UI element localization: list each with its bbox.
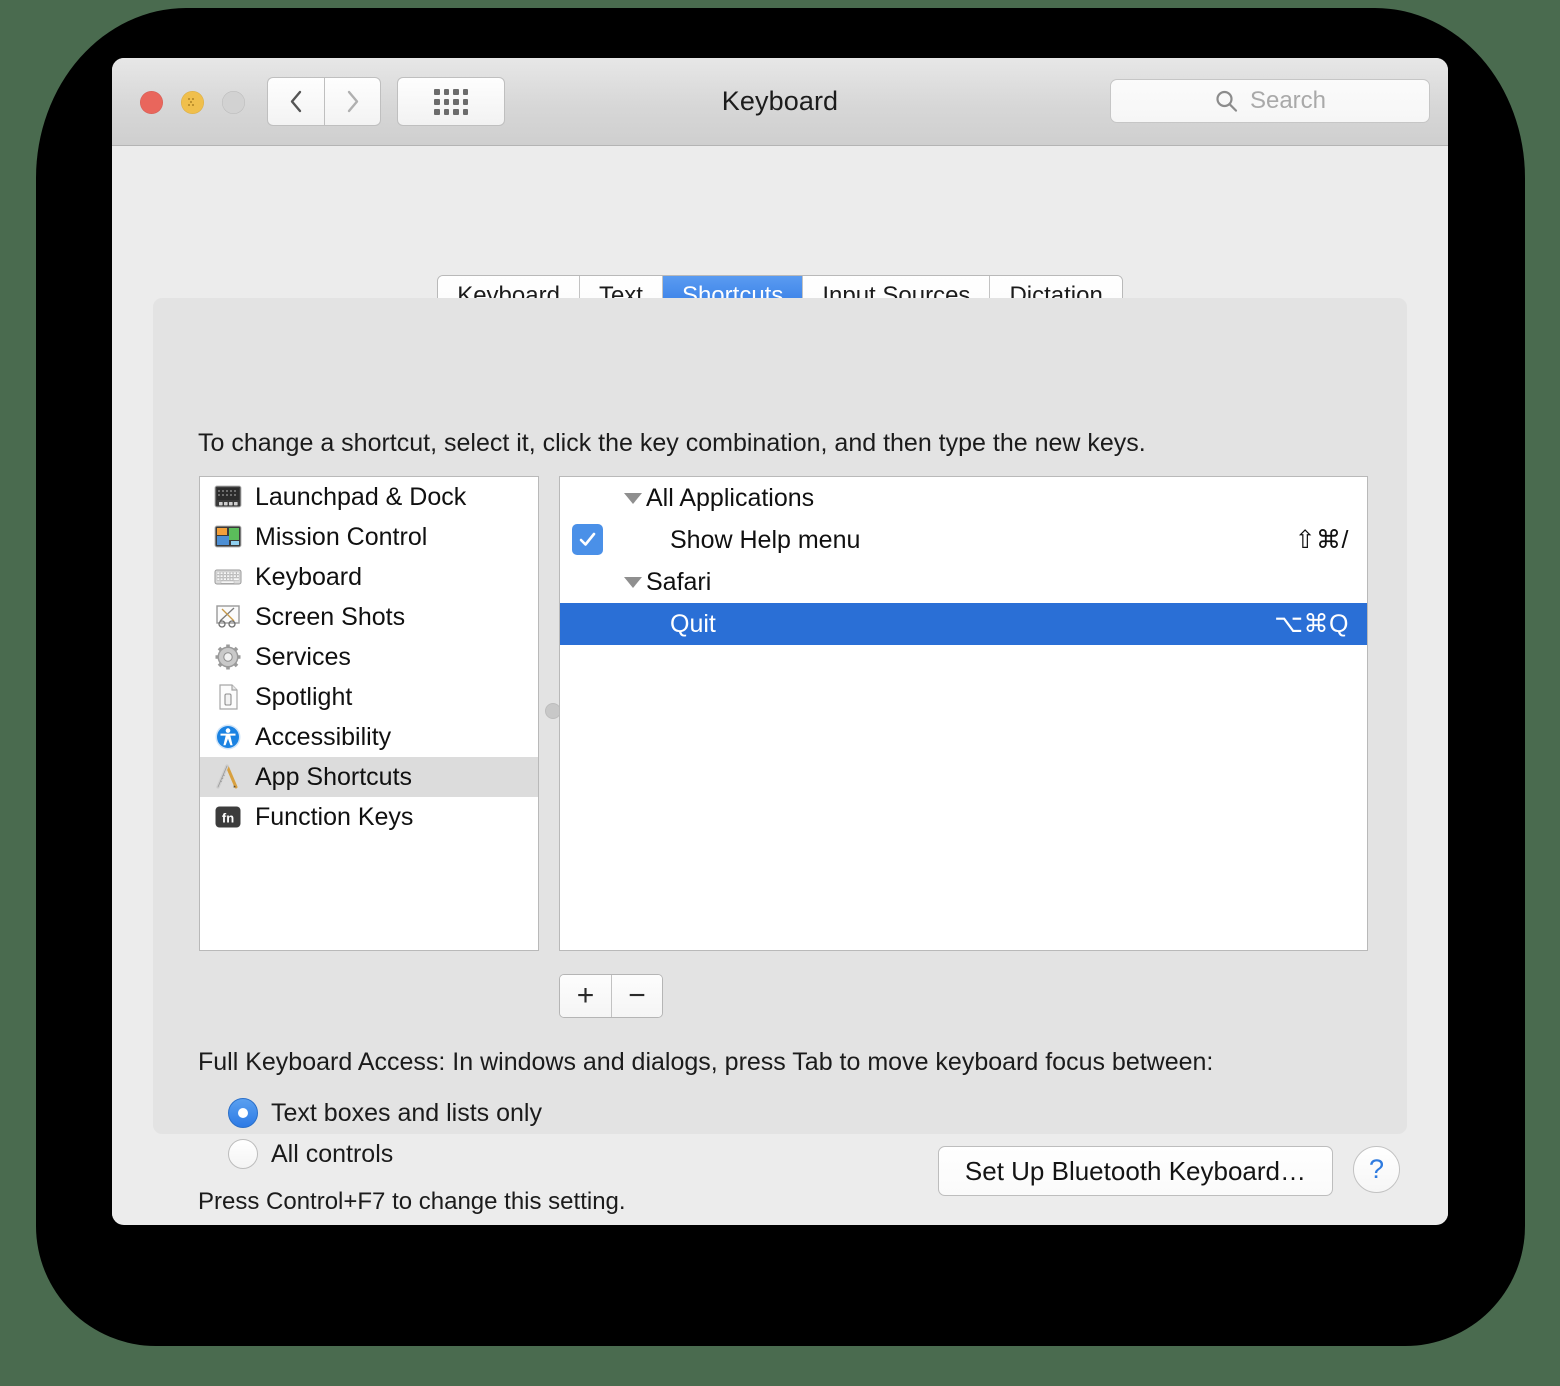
mission-control-icon xyxy=(214,523,242,551)
help-button[interactable]: ? xyxy=(1353,1146,1400,1193)
keyboard-preferences-window: Keyboard Search Keyboard Text Shortcuts … xyxy=(112,58,1448,1225)
sidebar-item-screen-shots[interactable]: Screen Shots xyxy=(200,597,538,637)
search-field[interactable]: Search xyxy=(1110,79,1430,123)
window-titlebar: Keyboard Search xyxy=(112,58,1448,146)
shortcut-row-selected[interactable]: Quit ⌥⌘Q xyxy=(560,603,1367,645)
sidebar-item-services[interactable]: Services xyxy=(200,637,538,677)
set-up-bluetooth-keyboard-button[interactable]: Set Up Bluetooth Keyboard… xyxy=(937,1146,1333,1196)
chevron-down-icon[interactable] xyxy=(624,576,642,588)
chevron-down-icon[interactable] xyxy=(624,492,642,504)
shortcut-checkbox[interactable] xyxy=(572,524,603,555)
sidebar-item-label: Mission Control xyxy=(255,522,428,551)
sidebar-item-label: Screen Shots xyxy=(255,602,406,631)
window-content: Keyboard Text Shortcuts Input Sources Di… xyxy=(112,146,1448,1224)
shortcut-group-row[interactable]: Safari xyxy=(560,561,1367,603)
desktop-backdrop: Keyboard Search Keyboard Text Shortcuts … xyxy=(0,0,1560,1386)
list-edit-button-group: + − xyxy=(559,974,663,1018)
radio-text-boxes-and-lists-only[interactable]: Text boxes and lists only xyxy=(228,1098,542,1128)
svg-text:fn: fn xyxy=(222,811,234,826)
full-keyboard-access-note: Press Control+F7 to change this setting. xyxy=(198,1188,626,1215)
instruction-text: To change a shortcut, select it, click t… xyxy=(198,429,1146,457)
shortcut-group-row[interactable]: All Applications xyxy=(560,477,1367,519)
shortcut-group-label: All Applications xyxy=(646,483,815,512)
shortcuts-panel: To change a shortcut, select it, click t… xyxy=(153,298,1407,1215)
category-list[interactable]: Launchpad & Dock Mission Control Keyboar… xyxy=(199,476,539,951)
sidebar-item-mission-control[interactable]: Mission Control xyxy=(200,517,538,557)
sidebar-item-function-keys[interactable]: fn Function Keys xyxy=(200,797,538,837)
add-shortcut-button[interactable]: + xyxy=(560,975,611,1017)
app-shortcuts-icon xyxy=(214,763,242,791)
services-gear-icon xyxy=(214,643,242,671)
shortcut-row[interactable]: Show Help menu ⇧⌘/ xyxy=(560,519,1367,561)
sidebar-item-launchpad-dock[interactable]: Launchpad & Dock xyxy=(200,477,538,517)
sidebar-item-label: App Shortcuts xyxy=(255,762,413,791)
sidebar-item-label: Function Keys xyxy=(255,802,414,831)
radio-all-controls[interactable]: All controls xyxy=(228,1139,393,1169)
radio-button[interactable] xyxy=(228,1139,258,1169)
search-icon xyxy=(1216,90,1238,112)
sidebar-item-app-shortcuts[interactable]: App Shortcuts xyxy=(200,757,538,797)
shortcut-label: Show Help menu xyxy=(670,525,861,554)
full-keyboard-access-title: Full Keyboard Access: In windows and dia… xyxy=(198,1048,1214,1076)
sidebar-item-accessibility[interactable]: Accessibility xyxy=(200,717,538,757)
remove-shortcut-button[interactable]: − xyxy=(611,975,662,1017)
search-placeholder: Search xyxy=(1249,87,1327,114)
sidebar-item-label: Services xyxy=(255,642,351,671)
sidebar-item-label: Launchpad & Dock xyxy=(255,482,467,511)
sidebar-item-label: Spotlight xyxy=(255,682,353,711)
radio-label: All controls xyxy=(271,1139,394,1168)
accessibility-icon xyxy=(214,723,242,751)
sidebar-item-label: Keyboard xyxy=(255,562,363,591)
radio-label: Text boxes and lists only xyxy=(271,1098,542,1127)
keyboard-icon xyxy=(214,563,242,591)
screen-shots-icon xyxy=(214,603,242,631)
shortcut-list[interactable]: All Applications Show Help menu ⇧⌘/ Safa… xyxy=(559,476,1368,951)
spotlight-document-icon xyxy=(214,683,242,711)
sidebar-item-label: Accessibility xyxy=(255,722,392,751)
shortcut-label: Quit xyxy=(670,609,716,638)
launchpad-dock-icon xyxy=(214,483,242,511)
checkmark-icon xyxy=(579,532,596,546)
sidebar-item-keyboard[interactable]: Keyboard xyxy=(200,557,538,597)
fn-key-icon: fn xyxy=(214,803,242,831)
sidebar-item-spotlight[interactable]: Spotlight xyxy=(200,677,538,717)
shortcut-keys[interactable]: ⇧⌘/ xyxy=(1295,525,1349,555)
shortcut-keys[interactable]: ⌥⌘Q xyxy=(1274,609,1349,639)
radio-button-selected[interactable] xyxy=(228,1098,258,1128)
shortcut-group-label: Safari xyxy=(646,567,712,596)
